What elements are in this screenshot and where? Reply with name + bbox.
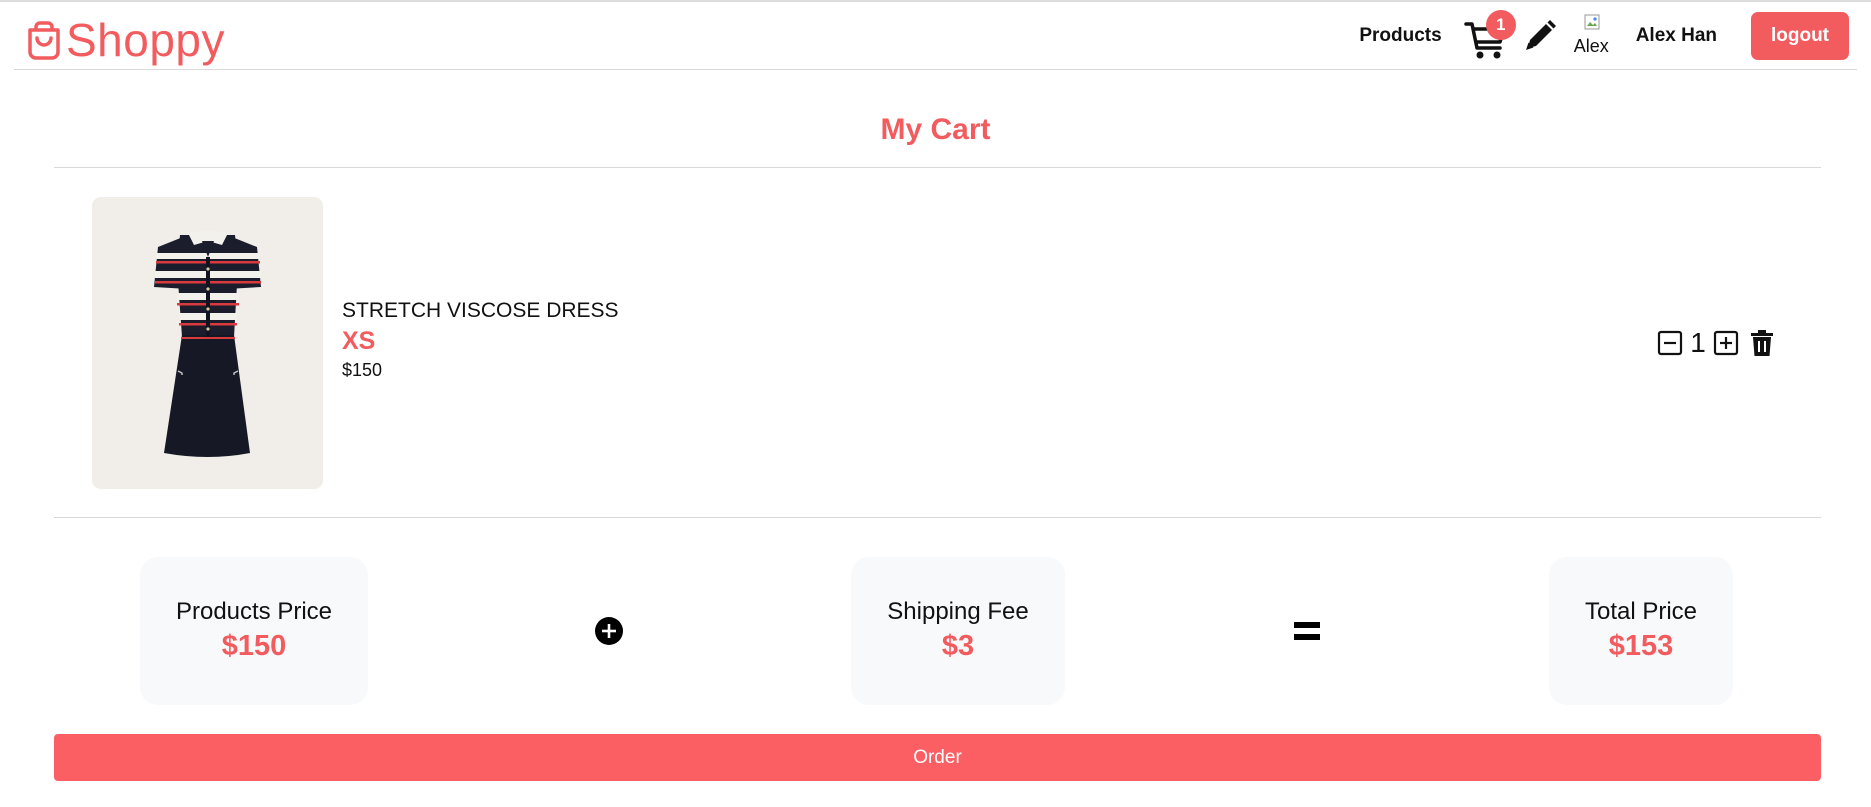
page-title: My Cart <box>880 113 991 146</box>
total-price-card: Total Price $153 <box>1549 557 1733 705</box>
cart-item: STRETCH VISCOSE DRESS XS $150 1 <box>54 168 1821 517</box>
products-price-value: $150 <box>221 630 287 662</box>
top-nav: Products 1 Alex Alex Han logout <box>1359 2 1857 70</box>
shipping-fee-card: Shipping Fee $3 <box>851 557 1065 705</box>
product-image[interactable] <box>92 197 323 489</box>
nav-products-link[interactable]: Products <box>1359 25 1441 47</box>
plus-operator <box>594 557 624 705</box>
minus-square-icon[interactable] <box>1657 330 1683 356</box>
shipping-fee-value: $3 <box>941 630 975 662</box>
cart-button[interactable]: 1 <box>1463 10 1516 59</box>
products-price-card: Products Price $150 <box>140 557 368 705</box>
pencil-icon[interactable] <box>1522 18 1558 54</box>
item-name: STRETCH VISCOSE DRESS <box>342 299 619 322</box>
brand-logo-link[interactable]: Shoppy <box>26 14 225 66</box>
avatar-alt-text: Alex <box>1573 36 1609 56</box>
brand-name: Shoppy <box>66 14 226 66</box>
item-size: XS <box>342 327 376 355</box>
header: Shoppy Products 1 Alex Alex Han logout <box>14 2 1857 70</box>
user-name: Alex Han <box>1635 25 1717 46</box>
broken-image-icon <box>1584 14 1600 30</box>
divider-bottom <box>54 517 1821 518</box>
quantity-stepper: 1 <box>1657 326 1775 360</box>
total-price-value: $153 <box>1608 630 1674 662</box>
plus-circle-icon <box>595 617 623 645</box>
item-info: STRETCH VISCOSE DRESS XS $150 <box>342 298 619 382</box>
shopping-bag-icon <box>28 21 60 60</box>
dress-image <box>154 231 261 457</box>
equals-icon <box>1294 622 1320 640</box>
price-summary: Products Price $150 Shipping Fee $3 Tota… <box>0 557 1871 705</box>
logout-button[interactable]: logout <box>1751 12 1849 60</box>
shipping-fee-label: Shipping Fee <box>887 598 1029 625</box>
plus-square-icon[interactable] <box>1713 330 1739 356</box>
equals-operator <box>1293 557 1321 705</box>
cart-count-badge: 1 <box>1485 10 1516 40</box>
total-price-label: Total Price <box>1584 598 1698 625</box>
products-price-label: Products Price <box>175 598 333 625</box>
trash-icon[interactable] <box>1749 329 1775 357</box>
order-button[interactable]: Order <box>54 734 1821 781</box>
avatar[interactable]: Alex <box>1572 14 1616 58</box>
quantity-value: 1 <box>1690 327 1706 358</box>
item-price: $150 <box>342 360 383 380</box>
